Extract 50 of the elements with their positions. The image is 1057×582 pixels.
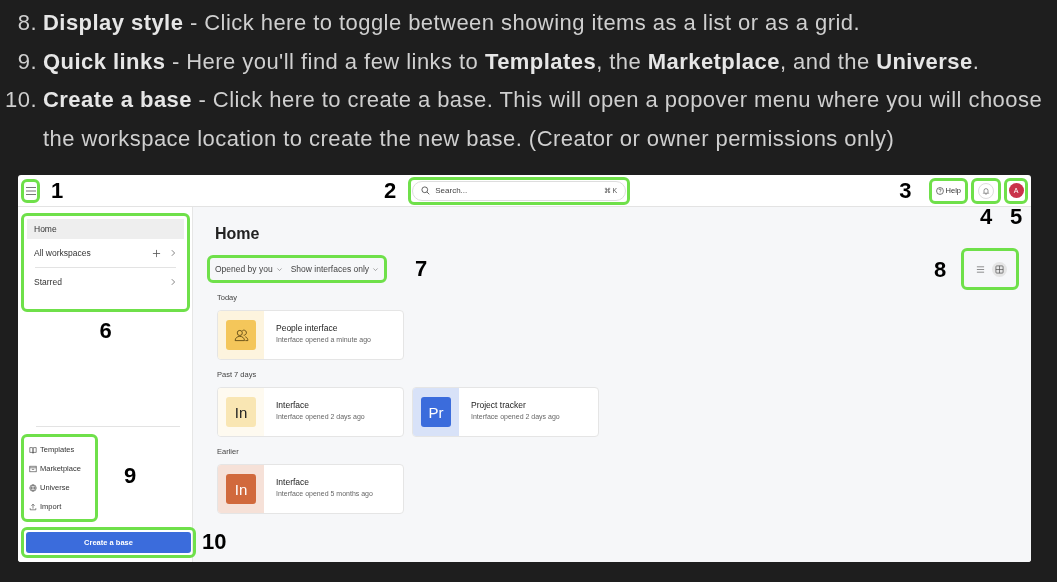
base-icon: Pr bbox=[421, 397, 451, 427]
filter-dropdown[interactable]: Show interfaces only bbox=[288, 264, 382, 274]
bell-icon bbox=[982, 186, 990, 195]
list-icon bbox=[976, 264, 985, 274]
chevron-right-icon[interactable] bbox=[169, 249, 177, 257]
callout-number: 10 bbox=[202, 531, 227, 553]
instruction-text: Quick links - Here you'll find a few links to Templates, the Marketplace, and the Universe. bbox=[43, 47, 981, 76]
chevron-down-icon bbox=[275, 265, 283, 273]
instruction-text: Display style - Click here to toggle between showing items as a list or as a grid. bbox=[43, 9, 862, 37]
card-title: People interface bbox=[276, 323, 339, 333]
card-title: Interface bbox=[276, 477, 311, 487]
list-number: 10. bbox=[4, 86, 37, 114]
callout-number: 9 bbox=[124, 465, 137, 487]
page-title: Home bbox=[215, 225, 261, 243]
callout-number: 3 bbox=[899, 179, 912, 202]
sidebar-item[interactable]: All workspaces bbox=[27, 239, 184, 267]
chevron-right-icon[interactable] bbox=[169, 278, 177, 286]
sidebar-item-label: Starred bbox=[34, 277, 63, 287]
instruction-text: Create a base - Click here to create a base. This will open a popover menu where you will choose the workspace location to create the new base. (Creator or owner permissions only) bbox=[43, 86, 1044, 153]
chevron-down-icon bbox=[372, 265, 380, 273]
sidebar-item[interactable]: Home bbox=[27, 219, 184, 239]
filter-dropdown[interactable]: Opened by you bbox=[213, 264, 285, 274]
search-input[interactable]: Search... bbox=[435, 186, 599, 195]
card-title: Interface bbox=[276, 400, 311, 410]
globe-icon bbox=[29, 483, 37, 492]
callout-number: 1 bbox=[51, 179, 64, 202]
card-title: Project tracker bbox=[471, 400, 527, 410]
list-number: 8. bbox=[16, 9, 37, 37]
callout-number: 8 bbox=[934, 259, 947, 281]
plus-icon[interactable] bbox=[152, 248, 161, 258]
sidebar-item-label: Home bbox=[34, 224, 58, 234]
callout-number: 6 bbox=[99, 320, 112, 342]
callout-number: 4 bbox=[979, 205, 993, 228]
sidebar-item-label: All workspaces bbox=[34, 248, 92, 258]
base-icon: In bbox=[226, 397, 256, 427]
callout-number: 2 bbox=[384, 179, 397, 202]
callout-number: 7 bbox=[415, 258, 428, 280]
list-number: 9. bbox=[16, 47, 37, 76]
notifications-button[interactable] bbox=[978, 182, 994, 199]
base-icon: In bbox=[226, 474, 256, 504]
menu-icon[interactable] bbox=[24, 185, 37, 196]
callout-number: 5 bbox=[1009, 205, 1023, 228]
upload-icon bbox=[29, 502, 37, 511]
grid-icon bbox=[995, 264, 1004, 274]
grid-view-button[interactable] bbox=[992, 261, 1007, 277]
book-icon bbox=[29, 445, 37, 454]
sidebar-item[interactable]: Starred bbox=[27, 272, 184, 292]
help-icon bbox=[935, 186, 944, 195]
search-icon bbox=[421, 186, 431, 195]
store-icon bbox=[29, 464, 37, 473]
